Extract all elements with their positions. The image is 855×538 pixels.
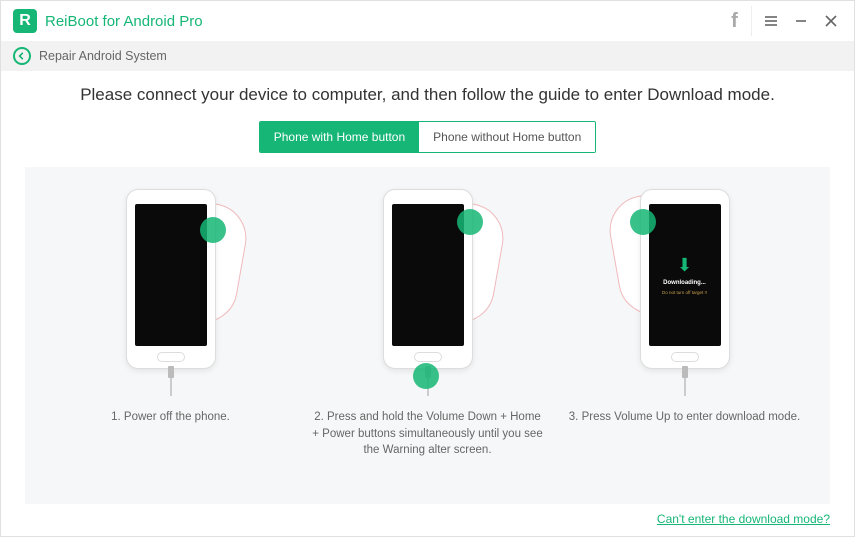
press-indicator-icon [630,209,656,235]
press-indicator-icon [457,209,483,235]
app-logo: R [13,9,37,33]
step-1-caption: 1. Power off the phone. [107,409,234,426]
step-1: 1. Power off the phone. [51,189,291,488]
main-panel: Please connect your device to computer, … [1,71,854,538]
step-3: ⬇ Downloading... Do not turn off target … [565,189,805,488]
steps-container: 1. Power off the phone. 2. Press and hol… [25,167,830,504]
download-arrow-icon: ⬇ [677,255,692,276]
step-2-illustration [383,189,473,399]
usb-cable-icon [682,366,688,378]
minimize-icon[interactable] [786,6,816,36]
step-2-caption: 2. Press and hold the Volume Down + Home… [308,409,548,459]
tab-without-home-button[interactable]: Phone without Home button [419,122,595,152]
menu-icon[interactable] [756,6,786,36]
home-button-icon [414,352,442,362]
press-indicator-icon [200,217,226,243]
step-2: 2. Press and hold the Volume Down + Home… [308,189,548,488]
press-indicator-icon [413,363,439,389]
phone-icon [126,189,216,369]
app-title: ReiBoot for Android Pro [45,13,203,30]
phone-screen [392,204,464,346]
download-warning-label: Do not turn off target !! [662,290,707,295]
breadcrumb: Repair Android System [1,41,854,71]
cant-enter-download-mode-link[interactable]: Can't enter the download mode? [657,512,830,526]
close-icon[interactable] [816,6,846,36]
title-bar: R ReiBoot for Android Pro f [1,1,854,41]
usb-cable-icon [168,366,174,378]
step-1-illustration [126,189,216,399]
facebook-icon[interactable]: f [722,6,752,36]
back-button[interactable] [13,47,31,65]
step-3-illustration: ⬇ Downloading... Do not turn off target … [640,189,730,399]
step-3-caption: 3. Press Volume Up to enter download mod… [565,409,804,426]
breadcrumb-text: Repair Android System [39,49,167,63]
phone-screen-download: ⬇ Downloading... Do not turn off target … [649,204,721,346]
downloading-label: Downloading... [663,280,706,286]
home-button-icon [157,352,185,362]
home-button-icon [671,352,699,362]
tab-with-home-button[interactable]: Phone with Home button [260,122,419,152]
tab-switcher: Phone with Home button Phone without Hom… [259,121,597,153]
window-controls: f [722,6,846,36]
page-heading: Please connect your device to computer, … [80,85,775,105]
phone-screen [135,204,207,346]
